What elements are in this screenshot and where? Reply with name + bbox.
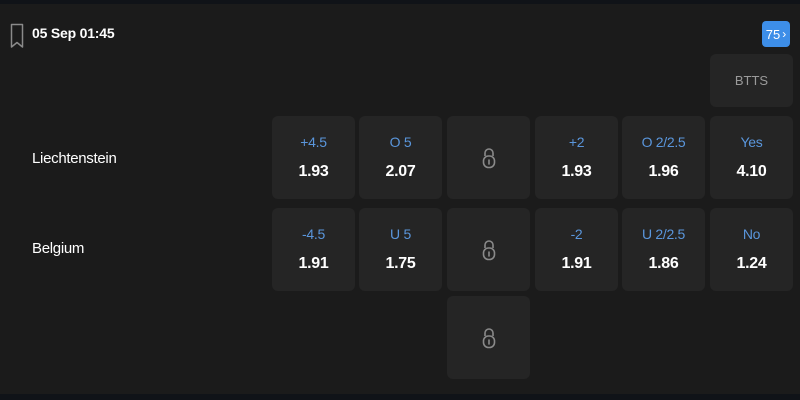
odds-line: O 2/2.5 — [641, 134, 686, 150]
odds-value: 1.91 — [561, 255, 592, 272]
chevron-right-icon: › — [782, 27, 787, 41]
lock-icon — [482, 147, 495, 168]
odds-value: 4.10 — [736, 163, 767, 180]
odds-value: 1.75 — [385, 255, 416, 272]
odds-cell-total-over[interactable]: O 5 2.07 — [359, 116, 442, 199]
odds-value: 1.93 — [298, 163, 329, 180]
locked-odds-cell — [447, 296, 530, 379]
odds-line: No — [742, 226, 761, 242]
odds-value: 1.96 — [648, 163, 679, 180]
team-name-away: Belgium — [32, 240, 85, 257]
odds-cell-asian-handicap-home[interactable]: +2 1.93 — [535, 116, 618, 199]
team-name-home: Liechtenstein — [32, 150, 117, 167]
odds-line: U 2/2.5 — [641, 226, 686, 242]
bottom-strip — [0, 394, 800, 400]
odds-line: U 5 — [390, 226, 411, 242]
odds-cell-asian-total-under[interactable]: U 2/2.5 1.86 — [622, 208, 705, 291]
odds-value: 2.07 — [385, 163, 416, 180]
odds-cell-asian-total-over[interactable]: O 2/2.5 1.96 — [622, 116, 705, 199]
odds-value: 1.24 — [736, 255, 767, 272]
odds-cell-asian-handicap-away[interactable]: -2 1.91 — [535, 208, 618, 291]
odds-line: -2 — [570, 226, 583, 242]
odds-cell-total-under[interactable]: U 5 1.75 — [359, 208, 442, 291]
lock-icon — [482, 239, 495, 260]
odds-line: Yes — [740, 134, 763, 150]
match-datetime: 05 Sep 01:45 — [32, 25, 115, 41]
markets-count-button[interactable]: 75 › — [762, 21, 790, 47]
odds-value: 1.86 — [648, 255, 679, 272]
markets-count: 75 — [765, 26, 781, 42]
locked-odds-cell — [447, 116, 530, 199]
odds-value: 1.93 — [561, 163, 592, 180]
odds-value: 1.91 — [298, 255, 329, 272]
odds-line: -4.5 — [302, 226, 325, 242]
odds-line: O 5 — [389, 134, 412, 150]
locked-odds-cell — [447, 208, 530, 291]
btts-header: BTTS — [710, 54, 793, 107]
lock-icon — [482, 327, 495, 348]
odds-cell-btts-no[interactable]: No 1.24 — [710, 208, 793, 291]
top-strip — [0, 0, 800, 4]
bookmark-icon[interactable] — [10, 23, 24, 49]
odds-cell-handicap-home[interactable]: +4.5 1.93 — [272, 116, 355, 199]
odds-cell-handicap-away[interactable]: -4.5 1.91 — [272, 208, 355, 291]
odds-line: +4.5 — [300, 134, 327, 150]
odds-cell-btts-yes[interactable]: Yes 4.10 — [710, 116, 793, 199]
odds-line: +2 — [568, 134, 585, 150]
